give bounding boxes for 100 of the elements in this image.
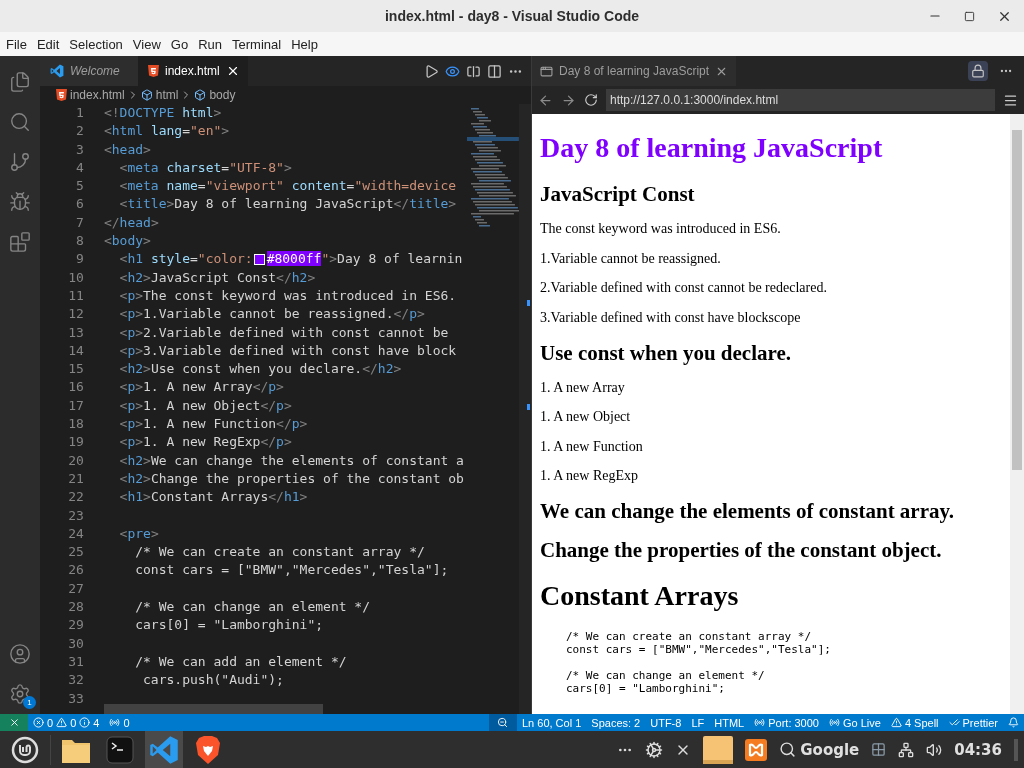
scrollbar[interactable] bbox=[519, 104, 531, 714]
code-line: <h1 style="color: bbox=[118, 250, 253, 269]
status-item[interactable]: 4 Spell bbox=[904, 716, 939, 729]
keyboard-layout-icon[interactable] bbox=[871, 742, 887, 757]
html-file-icon bbox=[148, 65, 159, 77]
menu-item[interactable]: Run bbox=[194, 36, 226, 52]
menu-item[interactable]: File bbox=[2, 36, 31, 52]
warning-icon bbox=[890, 717, 902, 728]
ports-count[interactable]: 0 bbox=[123, 716, 130, 729]
code-line: <head> bbox=[103, 140, 152, 159]
folder-color-icon[interactable] bbox=[703, 735, 734, 764]
split-editor-icon[interactable] bbox=[487, 63, 502, 79]
paragraph: 1. A new Object bbox=[540, 409, 632, 425]
status-item[interactable]: LF bbox=[686, 716, 710, 729]
line-number: 29 bbox=[68, 616, 84, 635]
breadcrumb-item[interactable]: body bbox=[209, 88, 236, 102]
line-number: 28 bbox=[68, 598, 84, 616]
search-icon[interactable] bbox=[779, 741, 797, 758]
bug-icon[interactable] bbox=[9, 191, 31, 213]
line-number: 23 bbox=[68, 506, 84, 525]
scrollbar[interactable] bbox=[1010, 114, 1024, 714]
menu-item[interactable]: Edit bbox=[32, 36, 64, 52]
url-field[interactable]: http://127.0.0.1:3000/index.html bbox=[606, 89, 995, 111]
window-title: index.html - day8 - Visual Studio Code bbox=[384, 8, 640, 24]
extensions-icon[interactable] bbox=[9, 231, 31, 253]
gears-icon[interactable] bbox=[645, 740, 664, 759]
page-heading: Constant Arrays bbox=[540, 580, 740, 612]
maximize-icon[interactable] bbox=[964, 10, 975, 22]
code-line: <h2>We can change the elements of constant a bbox=[118, 451, 465, 470]
menu-item[interactable]: Help bbox=[287, 36, 322, 52]
code-line: <meta charset="UTF-8"> bbox=[118, 158, 293, 177]
preview-icon[interactable] bbox=[445, 63, 460, 79]
menu-item[interactable]: Selection bbox=[65, 36, 127, 52]
code-line: <html lang="en"> bbox=[103, 122, 231, 141]
settings-icon[interactable] bbox=[9, 683, 31, 705]
bell-icon[interactable] bbox=[1008, 717, 1019, 728]
clock[interactable]: 04:36 bbox=[954, 740, 1002, 759]
menu-icon[interactable] bbox=[1003, 92, 1018, 108]
reload-icon[interactable] bbox=[584, 93, 598, 107]
tab-label: Welcome bbox=[70, 64, 120, 78]
paragraph: 2.Variable defined with const cannot be redeclared. bbox=[540, 280, 828, 296]
code-line: /* We can add an element */ bbox=[134, 652, 348, 671]
xampp-icon[interactable] bbox=[745, 738, 768, 761]
line-number: 15 bbox=[68, 360, 84, 379]
menu-item[interactable]: Go bbox=[166, 36, 193, 52]
status-item[interactable]: Prettier bbox=[962, 716, 998, 729]
network-icon[interactable] bbox=[898, 741, 915, 758]
color-swatch-icon[interactable] bbox=[253, 254, 265, 265]
error-icon[interactable] bbox=[33, 717, 44, 728]
line-number: 1 bbox=[76, 104, 84, 122]
account-icon[interactable] bbox=[9, 643, 31, 665]
line-number: 17 bbox=[68, 396, 84, 415]
broadcast-icon bbox=[828, 717, 840, 728]
info-icon[interactable] bbox=[79, 717, 91, 728]
status-item[interactable]: Port: 3000 bbox=[768, 716, 819, 729]
line-number: 8 bbox=[76, 232, 84, 251]
branch-icon[interactable] bbox=[9, 151, 31, 173]
line-number: 18 bbox=[68, 415, 84, 434]
warning-icon[interactable] bbox=[56, 717, 68, 728]
code-line: <p>1.Variable cannot be reassigned.</p> bbox=[118, 305, 426, 324]
line-number: 27 bbox=[68, 579, 84, 598]
line-number: 9 bbox=[76, 250, 84, 269]
editor-tab[interactable]: Welcome bbox=[40, 56, 138, 86]
status-item[interactable]: Ln 60, Col 1 bbox=[517, 716, 587, 729]
line-number: 14 bbox=[68, 341, 84, 360]
menu-item[interactable]: View bbox=[128, 36, 165, 52]
volume-icon[interactable] bbox=[926, 741, 943, 758]
warning-count[interactable]: 0 bbox=[70, 716, 77, 729]
code-line: <p>The const keyword was introduced in ES6. bbox=[118, 286, 458, 305]
menu-item[interactable]: Terminal bbox=[228, 36, 286, 52]
back-icon[interactable] bbox=[538, 92, 553, 108]
files-icon[interactable] bbox=[9, 71, 31, 93]
status-item[interactable]: UTF-8 bbox=[645, 716, 687, 729]
horizontal-scrollbar[interactable] bbox=[104, 704, 323, 714]
zoom-out-button[interactable] bbox=[489, 714, 517, 731]
line-number: 3 bbox=[76, 140, 84, 159]
status-item[interactable]: Go Live bbox=[842, 716, 881, 729]
line-number: 33 bbox=[68, 689, 84, 708]
status-item[interactable]: HTML bbox=[709, 716, 750, 729]
search-label[interactable]: Google bbox=[800, 740, 860, 759]
code-line: const cars = ["BMW","Mercedes","Tesla"]; bbox=[134, 561, 450, 580]
broadcast-icon[interactable] bbox=[109, 717, 121, 728]
cube-icon bbox=[140, 89, 153, 101]
code-line: <h2>JavaScript Const</h2> bbox=[118, 268, 317, 287]
error-count[interactable]: 0 bbox=[47, 716, 54, 729]
code-line: /* We can create an constant array */ bbox=[134, 543, 426, 562]
line-number: 16 bbox=[68, 378, 84, 397]
breadcrumb-item[interactable]: html bbox=[155, 88, 179, 102]
vscode-app-button[interactable] bbox=[145, 731, 183, 768]
lock-button[interactable] bbox=[968, 61, 988, 81]
info-count[interactable]: 4 bbox=[93, 716, 100, 729]
status-item[interactable]: Spaces: 2 bbox=[586, 716, 646, 729]
run-icon[interactable] bbox=[424, 63, 439, 79]
editor-tab[interactable]: index.html bbox=[138, 56, 248, 86]
preview-tab[interactable]: Day 8 of learning JavaScript bbox=[532, 56, 737, 86]
line-number: 13 bbox=[68, 323, 84, 342]
forward-icon[interactable] bbox=[561, 92, 576, 108]
breadcrumb-item[interactable]: index.html bbox=[70, 88, 125, 102]
split-preview-icon[interactable] bbox=[466, 63, 481, 79]
vscode-logo-icon bbox=[149, 734, 179, 765]
